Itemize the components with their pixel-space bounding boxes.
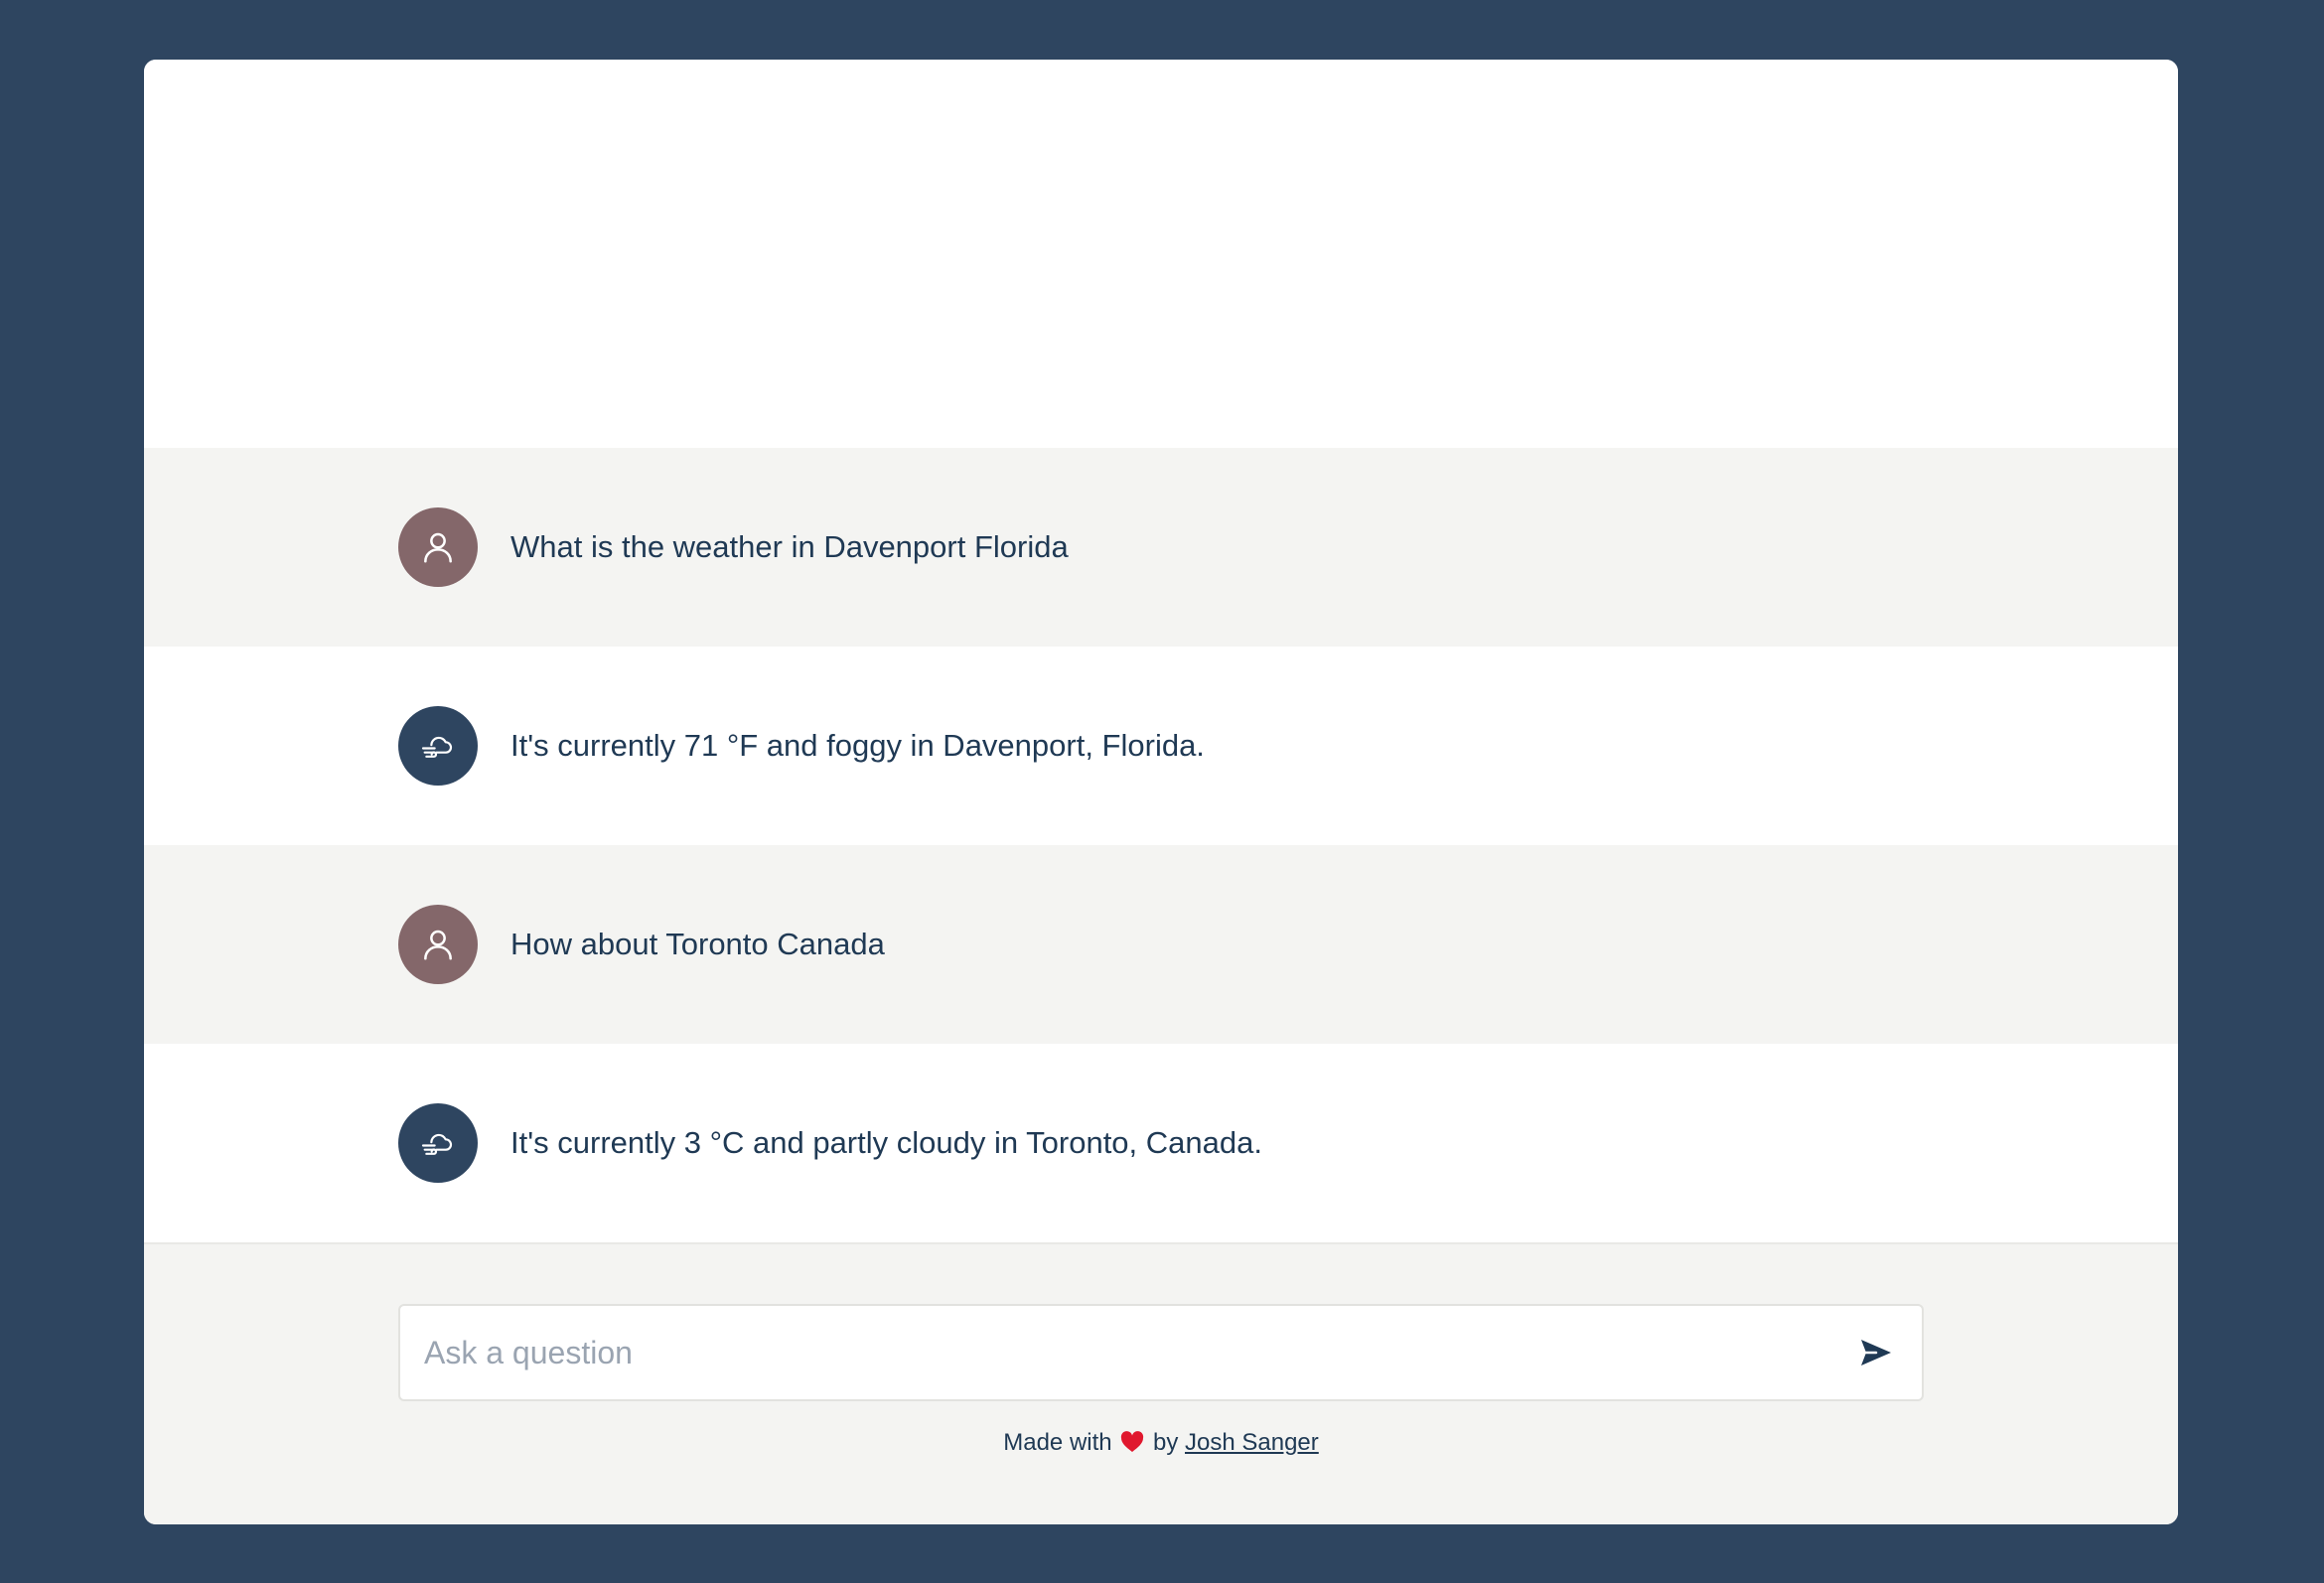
heart-icon [1121,1431,1144,1452]
wind-cloud-icon [421,1133,453,1155]
user-icon [424,930,452,960]
user-avatar [398,905,478,984]
user-icon [424,532,452,563]
footer-by: by [1152,1429,1179,1456]
send-icon [1861,1340,1891,1366]
user-avatar [398,507,478,587]
assistant-avatar [398,706,478,786]
send-button[interactable] [1852,1329,1900,1376]
chat-message-user: What is the weather in Davenport Florida [144,448,2178,647]
chat-message-assistant: It's currently 3 °C and partly cloudy in… [144,1044,2178,1242]
footer-made-with: Made with [1003,1429,1112,1456]
message-text: How about Toronto Canada [510,927,885,961]
wind-cloud-icon [421,736,453,758]
assistant-avatar [398,1103,478,1183]
chat-card: What is the weather in Davenport Florida… [144,60,2178,1524]
chat-empty-area [144,60,2178,448]
footer-credit: Made with by Josh Sanger [144,1427,2178,1459]
question-input[interactable] [400,1306,1830,1399]
author-link[interactable]: Josh Sanger [1185,1429,1319,1456]
message-text: It's currently 71 °F and foggy in Davenp… [510,728,1205,763]
composer-area: Made with by Josh Sanger [144,1242,2178,1524]
message-text: It's currently 3 °C and partly cloudy in… [510,1125,1262,1160]
chat-message-user: How about Toronto Canada [144,845,2178,1044]
message-text: What is the weather in Davenport Florida [510,529,1069,564]
chat-message-assistant: It's currently 71 °F and foggy in Davenp… [144,647,2178,845]
question-input-box [398,1304,1924,1401]
